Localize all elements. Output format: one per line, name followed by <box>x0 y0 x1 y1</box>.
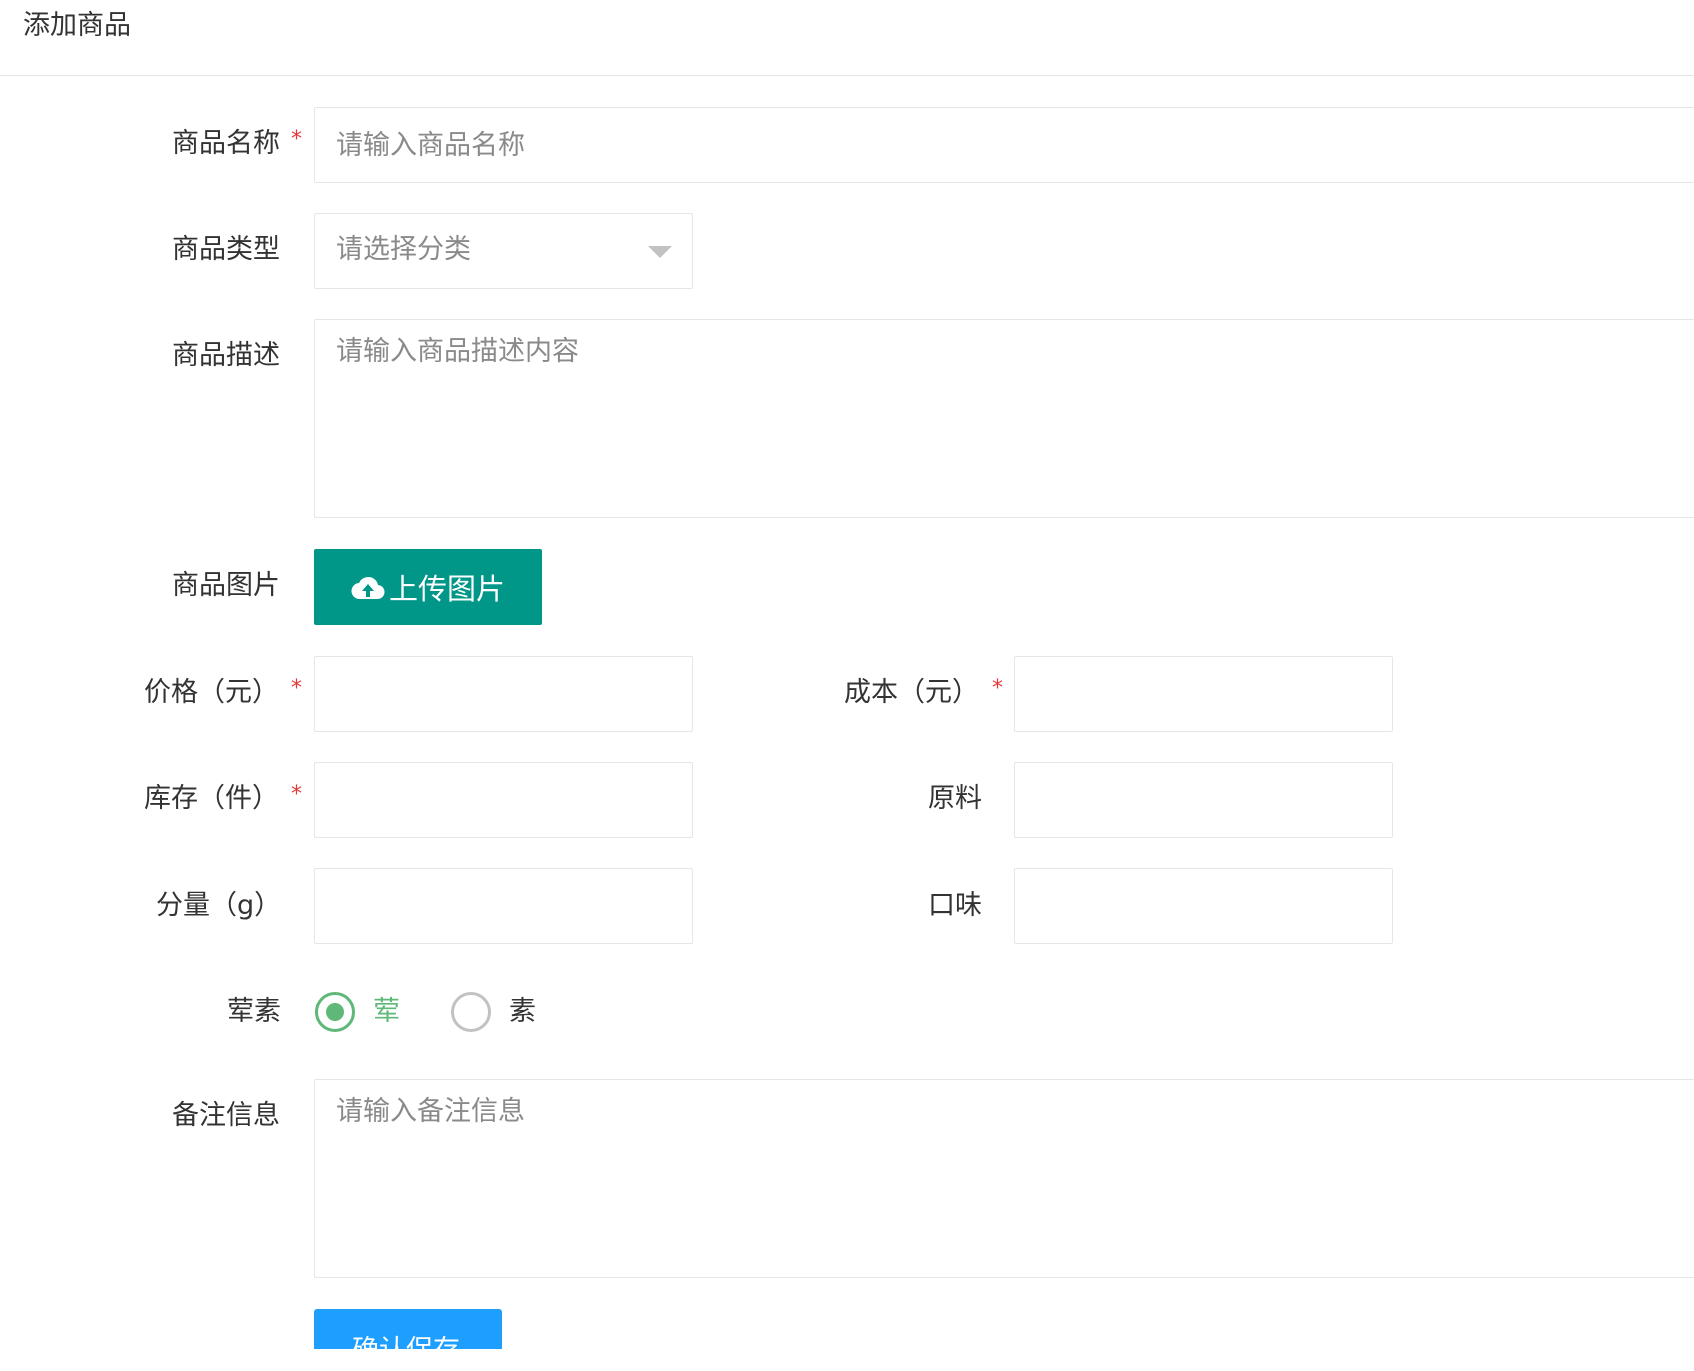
portion-label: 分量（g） <box>156 890 282 921</box>
cloud-upload-icon <box>351 576 385 600</box>
chevron-down-icon <box>648 246 672 258</box>
add-product-page: 添加商品 商品名称 * 商品类型 请选择分类 商品描述 商品图片 上传图片 价格… <box>0 0 1694 1371</box>
price-input[interactable] <box>314 656 693 732</box>
cost-required-mark: * <box>992 676 1003 701</box>
stock-required-mark: * <box>291 782 302 807</box>
category-select[interactable]: 请选择分类 <box>314 213 693 289</box>
product-description-textarea[interactable] <box>314 319 1694 518</box>
flavor-input[interactable] <box>1014 868 1393 944</box>
image-label: 商品图片 <box>172 570 280 601</box>
remark-label: 备注信息 <box>172 1100 280 1131</box>
diet-radio-veg-label: 素 <box>509 996 536 1027</box>
confirm-save-button[interactable]: 确认保存 <box>314 1309 502 1349</box>
product-name-input[interactable] <box>314 107 1694 183</box>
name-label: 商品名称 <box>172 128 280 159</box>
category-select-value: 请选择分类 <box>336 234 471 265</box>
cost-label: 成本（元） <box>844 677 979 708</box>
ingredients-input[interactable] <box>1014 762 1393 838</box>
category-label: 商品类型 <box>172 234 280 265</box>
cost-input[interactable] <box>1014 656 1393 732</box>
radio-checked-icon <box>315 992 355 1032</box>
flavor-label: 口味 <box>928 890 982 921</box>
page-header: 添加商品 <box>0 0 1694 76</box>
portion-input[interactable] <box>314 868 693 944</box>
diet-radio-meat[interactable]: 荤 <box>315 992 400 1032</box>
stock-input[interactable] <box>314 762 693 838</box>
radio-unchecked-icon <box>451 992 491 1032</box>
description-label: 商品描述 <box>172 340 280 371</box>
diet-label: 荤素 <box>227 996 281 1027</box>
confirm-save-button-label: 确认保存 <box>352 1331 460 1349</box>
upload-image-button[interactable]: 上传图片 <box>314 549 542 625</box>
price-required-mark: * <box>291 676 302 701</box>
stock-label: 库存（件） <box>144 783 279 814</box>
diet-radio-meat-label: 荤 <box>373 996 400 1027</box>
ingredients-label: 原料 <box>928 783 982 814</box>
name-required-mark: * <box>291 127 302 152</box>
price-label: 价格（元） <box>144 677 279 708</box>
diet-radio-veg[interactable]: 素 <box>451 992 536 1032</box>
page-title: 添加商品 <box>23 10 131 41</box>
upload-image-button-label: 上传图片 <box>388 572 505 606</box>
remark-textarea[interactable] <box>314 1079 1694 1278</box>
